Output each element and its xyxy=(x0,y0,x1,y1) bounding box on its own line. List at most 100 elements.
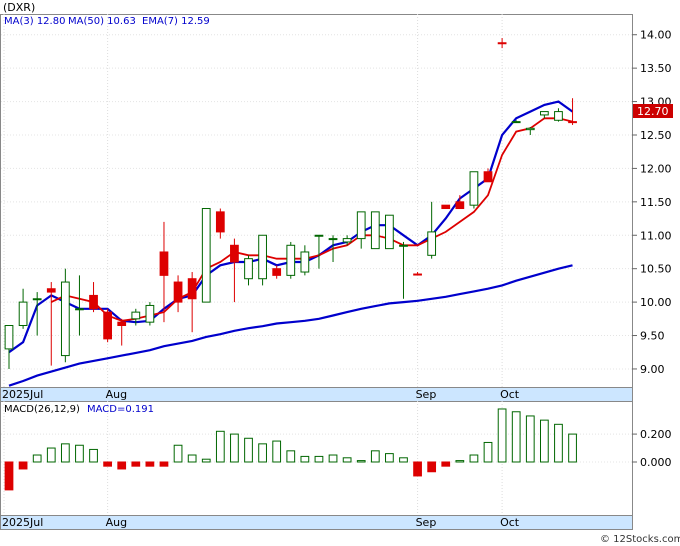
candle-body xyxy=(89,294,98,310)
candle-body xyxy=(201,208,211,303)
candle-body xyxy=(342,238,352,243)
candle-body xyxy=(356,211,366,240)
price-panel xyxy=(0,14,633,388)
candle-body xyxy=(413,273,422,276)
macd-value-label: MACD=0.191 xyxy=(87,404,154,415)
macd-histogram-bar xyxy=(511,411,521,463)
macd-histogram-bar xyxy=(399,457,408,463)
price-tick-label: 10.00 xyxy=(640,296,672,309)
candle-body xyxy=(441,204,451,210)
candle-body xyxy=(103,311,112,340)
macd-histogram-bar xyxy=(413,461,422,477)
candle-body xyxy=(230,244,239,263)
candle-body xyxy=(187,278,197,300)
candle-body xyxy=(399,244,408,247)
candle-body xyxy=(497,42,507,45)
macd-histogram-bar xyxy=(370,450,380,463)
candle-body xyxy=(60,281,70,357)
macd-histogram-bar xyxy=(244,437,253,463)
macd-x-axis-bar xyxy=(0,515,633,530)
macd-histogram-bar xyxy=(328,454,338,463)
candle-body xyxy=(18,301,28,327)
macd-histogram-bar xyxy=(187,454,197,463)
last-price-label: 12.70 xyxy=(637,105,669,118)
candle-body xyxy=(568,121,577,124)
price-x-axis-bar xyxy=(0,387,633,402)
macd-x-axis-label: Oct xyxy=(500,516,520,529)
macd-tick-label: 0.000 xyxy=(640,456,672,469)
candle-body xyxy=(427,231,437,256)
macd-histogram-bar xyxy=(539,419,549,463)
macd-histogram-bar xyxy=(286,450,296,463)
stock-chart: 14.0013.5013.0012.5012.0011.5011.0010.50… xyxy=(0,1,680,545)
macd-histogram-bar xyxy=(469,454,479,463)
macd-histogram-bar xyxy=(60,443,70,463)
macd-histogram-bar xyxy=(300,455,310,463)
x-axis-label: Sep xyxy=(416,388,437,401)
copyright: © 12Stocks.com xyxy=(600,534,680,545)
x-axis-label: 2025Jul xyxy=(2,388,43,401)
candle-body xyxy=(469,171,479,206)
candle-body xyxy=(554,111,563,121)
macd-histogram-bar xyxy=(441,461,451,467)
price-tick-label: 11.00 xyxy=(640,229,672,242)
macd-histogram-bar xyxy=(173,444,183,463)
candle-body xyxy=(258,234,267,280)
macd-histogram-bar xyxy=(455,460,465,463)
price-tick-label: 11.50 xyxy=(640,196,672,209)
macd-x-axis-label: 2025Jul xyxy=(2,516,43,529)
candle-body xyxy=(131,311,141,320)
candle-body xyxy=(539,111,549,116)
macd-histogram-bar xyxy=(427,461,437,473)
ticker-label: (DXR) xyxy=(3,1,35,14)
candle-body xyxy=(483,171,493,183)
macd-histogram-bar xyxy=(356,460,366,463)
macd-histogram-bar xyxy=(497,408,507,463)
x-axis-label: Aug xyxy=(106,388,127,401)
macd-histogram-bar xyxy=(131,461,141,467)
candle-body xyxy=(75,308,84,311)
candle-body xyxy=(215,211,225,233)
x-axis-label: Oct xyxy=(500,388,520,401)
price-tick-label: 9.50 xyxy=(640,330,665,343)
price-tick-label: 14.00 xyxy=(640,29,672,42)
legend-ma3: MA(3) 12.80 xyxy=(4,16,65,27)
macd-histogram-bar xyxy=(18,461,28,470)
macd-x-axis-label: Aug xyxy=(106,516,127,529)
candle-body xyxy=(370,211,380,250)
macd-histogram-bar xyxy=(314,455,324,463)
macd-histogram-bar xyxy=(117,461,127,470)
candle-body xyxy=(272,268,282,276)
macd-histogram-bar xyxy=(201,458,211,463)
candle-body xyxy=(173,281,183,303)
macd-histogram-bar xyxy=(525,415,535,463)
macd-histogram-bar xyxy=(103,461,112,467)
price-tick-label: 10.50 xyxy=(640,263,672,276)
macd-histogram-bar xyxy=(272,440,282,463)
candle-body xyxy=(455,201,465,210)
macd-label: MACD(26,12,9) xyxy=(4,404,80,415)
candle-body xyxy=(314,234,324,237)
macd-histogram-bar xyxy=(568,433,577,463)
candle-body xyxy=(385,214,394,250)
price-tick-label: 13.50 xyxy=(640,62,672,75)
candle-body xyxy=(32,298,42,301)
price-tick-label: 9.00 xyxy=(640,363,665,376)
price-tick-label: 12.00 xyxy=(640,162,672,175)
macd-histogram-bar xyxy=(89,448,98,463)
candle-body xyxy=(46,288,56,293)
macd-histogram-bar xyxy=(75,444,84,463)
candle-body xyxy=(300,251,310,273)
macd-histogram-bar xyxy=(159,461,169,467)
macd-histogram-bar xyxy=(32,454,42,463)
candle-body xyxy=(511,121,521,124)
macd-histogram-bar xyxy=(554,423,563,463)
candle-body xyxy=(159,251,169,276)
macd-histogram-bar xyxy=(46,447,56,463)
macd-histogram-bar xyxy=(145,461,155,467)
macd-histogram-bar xyxy=(215,430,225,463)
candle-body xyxy=(244,258,253,280)
macd-histogram-bar xyxy=(4,461,14,491)
macd-histogram-bar xyxy=(385,453,394,463)
macd-tick-label: 0.200 xyxy=(640,428,672,441)
